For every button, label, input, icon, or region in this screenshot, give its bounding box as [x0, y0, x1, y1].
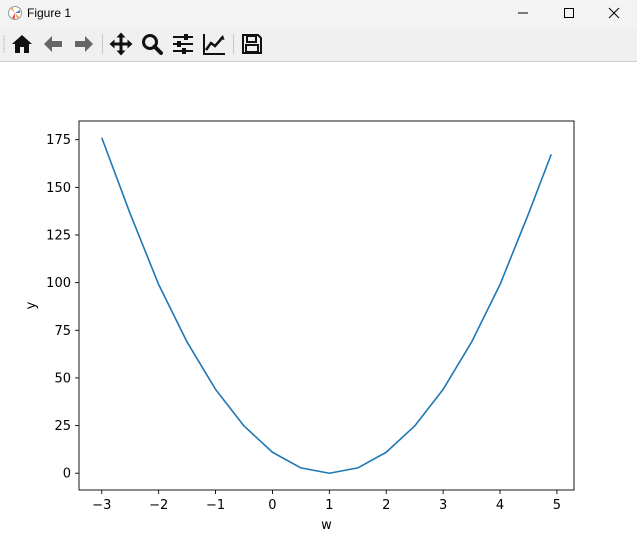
y-tick-label: 25: [54, 419, 71, 434]
zoom-icon: [142, 34, 163, 55]
zoom-button[interactable]: [139, 31, 165, 57]
edit-axis-icon: [203, 34, 225, 55]
window-title: Figure 1: [27, 6, 72, 20]
x-tick-label: 3: [439, 498, 447, 513]
line-chart: −3 −2 −1 0 1 2 3 4 5 0 25 50 75 100 125 150 175 w y: [24, 120, 575, 533]
y-tick-label: 125: [46, 228, 71, 243]
y-tick-label: 75: [54, 324, 71, 339]
y-tick-label: 150: [46, 181, 71, 196]
figure-canvas[interactable]: −3 −2 −1 0 1 2 3 4 5 0 25 50 75 100 125 150 175 w y: [0, 62, 637, 543]
save-icon: [242, 34, 262, 54]
back-arrow-icon: [44, 36, 62, 52]
title-bar: Figure 1: [0, 0, 637, 27]
x-tick-label: 4: [496, 498, 504, 513]
x-axis-label: w: [321, 518, 332, 533]
pan-icon: [109, 32, 133, 56]
y-tick-label: 100: [46, 276, 71, 291]
save-button[interactable]: [239, 31, 265, 57]
edit-axis-button[interactable]: [201, 31, 227, 57]
x-tick-label: −1: [206, 498, 225, 513]
toolbar-separator: [102, 34, 103, 54]
y-axis-label: y: [24, 301, 39, 309]
minimize-button[interactable]: [500, 0, 546, 27]
close-button[interactable]: [591, 0, 637, 27]
y-tick-label: 50: [54, 371, 71, 386]
maximize-button[interactable]: [546, 0, 592, 27]
y-tick-label: 0: [63, 467, 71, 482]
x-tick-label: −3: [92, 498, 111, 513]
configure-subplots-button[interactable]: [170, 31, 196, 57]
close-icon: [608, 7, 620, 19]
forward-arrow-icon: [75, 36, 93, 52]
forward-button[interactable]: [71, 31, 97, 57]
y-tick-label: 175: [46, 133, 71, 148]
navigation-toolbar: [0, 27, 637, 62]
x-tick-label: 5: [553, 498, 561, 513]
x-tick-label: 0: [268, 498, 276, 513]
x-tick-label: −2: [149, 498, 168, 513]
home-icon: [12, 35, 32, 53]
minimize-icon: [518, 12, 528, 14]
series-line: [101, 137, 552, 475]
x-axis-ticks: −3 −2 −1 0 1 2 3 4 5: [92, 490, 561, 513]
x-tick-label: 1: [325, 498, 333, 513]
maximize-icon: [564, 8, 574, 18]
pan-button[interactable]: [108, 31, 134, 57]
x-tick-label: 2: [382, 498, 390, 513]
axes-frame: [78, 120, 575, 491]
matplotlib-icon: [8, 6, 22, 20]
y-axis-ticks: 0 25 50 75 100 125 150 175: [46, 133, 79, 482]
toolbar-grip[interactable]: [3, 35, 5, 53]
subplots-config-icon: [173, 34, 193, 54]
home-button[interactable]: [9, 31, 35, 57]
back-button[interactable]: [40, 31, 66, 57]
toolbar-separator: [233, 34, 234, 54]
